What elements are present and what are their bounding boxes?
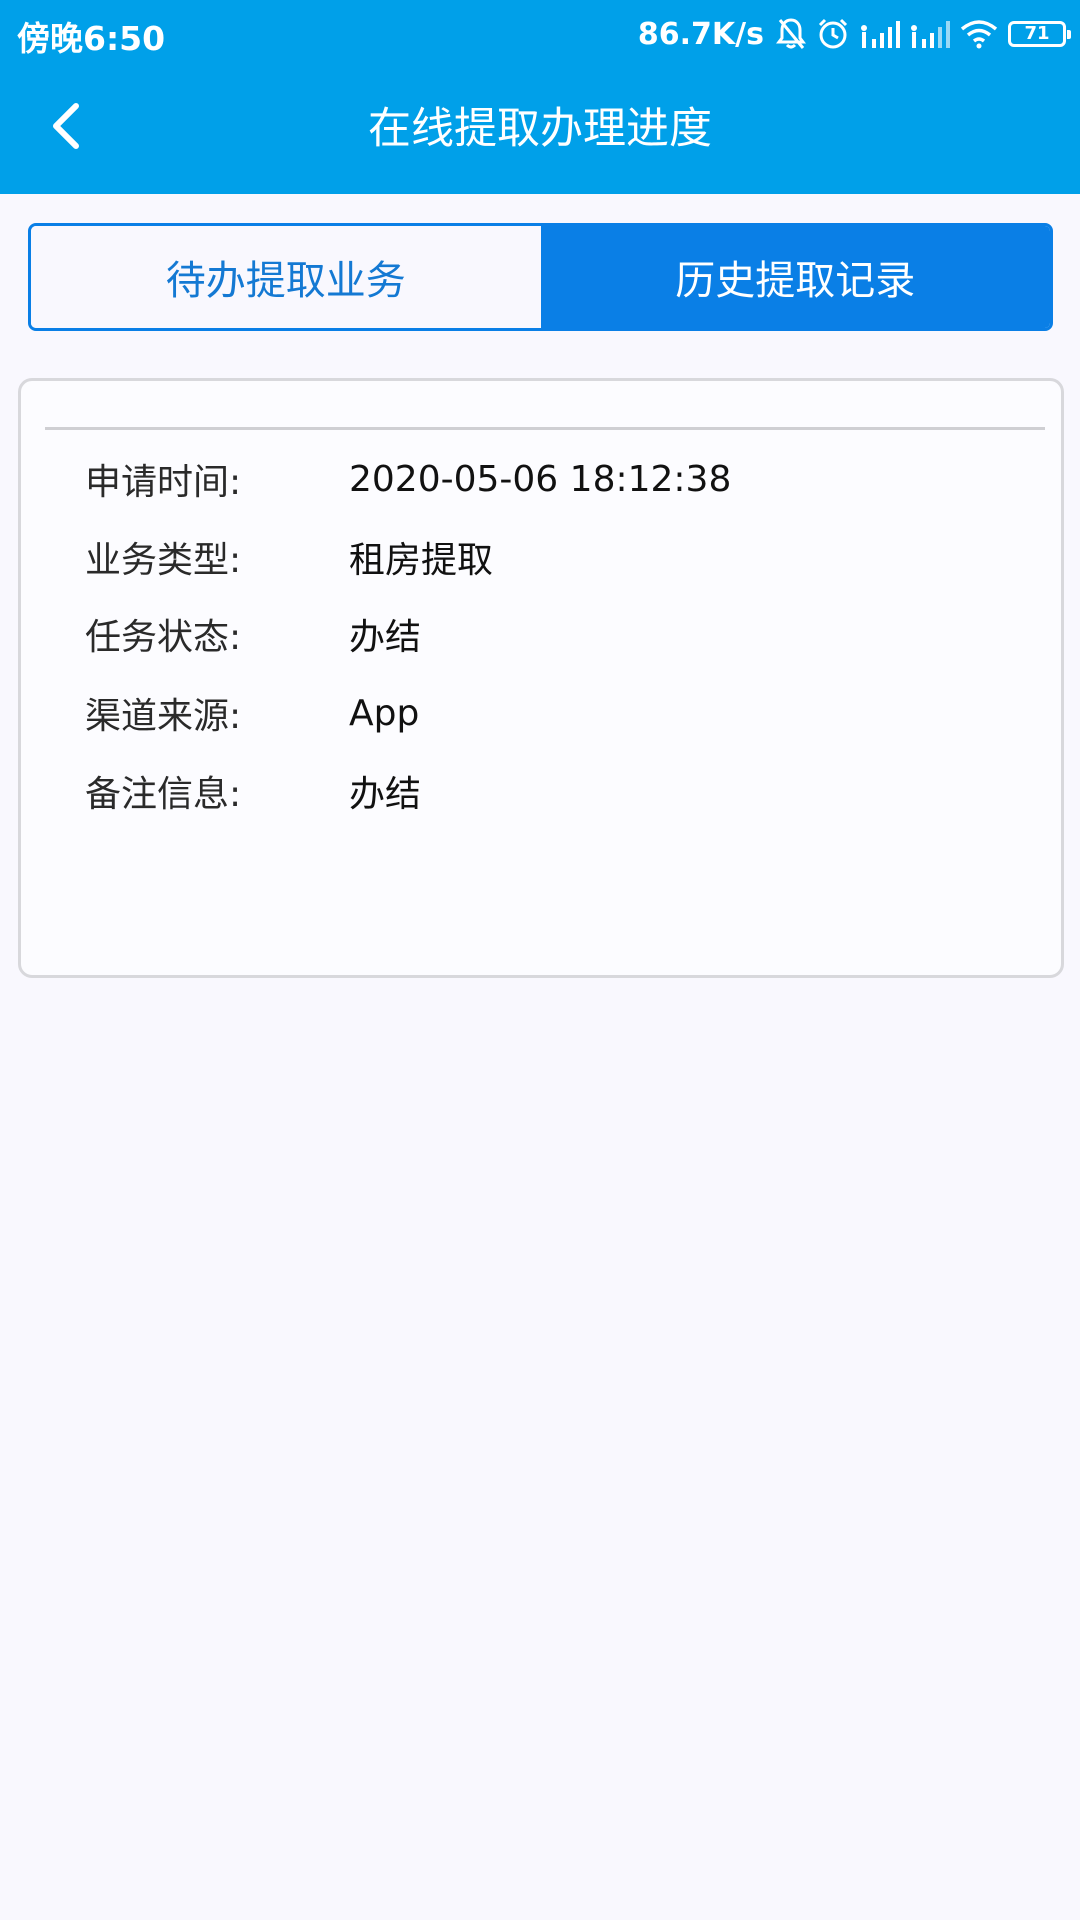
field-label: 业务类型: — [85, 540, 242, 581]
network-speed: 86.7K/s — [637, 16, 764, 52]
signal-icon — [860, 19, 900, 49]
field-label: 渠道来源: — [85, 696, 242, 737]
field-value: 租房提取 — [349, 540, 494, 581]
field-value: 办结 — [349, 617, 422, 658]
row-task-status: 任务状态: 办结 — [85, 604, 421, 664]
bell-off-icon — [776, 17, 806, 51]
app-header: 傍晚6:50 86.7K/s 71 在线提取办理进度 — [0, 0, 1080, 194]
battery-level: 71 — [1024, 23, 1050, 44]
record-tabs: 待办提取业务 历史提取记录 — [28, 223, 1053, 331]
tab-withdrawal-history[interactable]: 历史提取记录 — [540, 226, 1050, 328]
field-label: 任务状态: — [85, 617, 242, 658]
field-label: 备注信息: — [85, 774, 242, 815]
field-label: 申请时间: — [85, 462, 242, 503]
battery-icon: 71 — [1008, 21, 1071, 47]
status-bar: 傍晚6:50 86.7K/s 71 — [0, 0, 1080, 68]
field-value: 办结 — [349, 774, 422, 815]
status-time: 傍晚6:50 — [17, 19, 166, 58]
row-business-type: 业务类型: 租房提取 — [85, 527, 493, 587]
page-title: 在线提取办理进度 — [368, 104, 712, 154]
card-divider — [45, 427, 1045, 430]
status-icons: 86.7K/s 71 — [637, 12, 1071, 56]
row-channel-source: 渠道来源: App — [85, 683, 419, 743]
withdrawal-record-card[interactable]: 申请时间: 2020-05-06 18:12:38 业务类型: 租房提取 任务状… — [18, 378, 1064, 978]
signal-icon — [910, 19, 950, 49]
row-apply-time: 申请时间: 2020-05-06 18:12:38 — [85, 449, 731, 509]
wifi-icon — [960, 19, 998, 49]
field-value: 2020-05-06 18:12:38 — [349, 458, 732, 500]
field-value: App — [349, 692, 420, 734]
row-remarks: 备注信息: 办结 — [85, 761, 421, 821]
tab-pending-withdrawals[interactable]: 待办提取业务 — [31, 226, 541, 328]
app-screen: 傍晚6:50 86.7K/s 71 在线提取办理进度 待办提取业务 历史提取记录… — [0, 0, 1080, 1920]
alarm-icon — [816, 17, 850, 51]
